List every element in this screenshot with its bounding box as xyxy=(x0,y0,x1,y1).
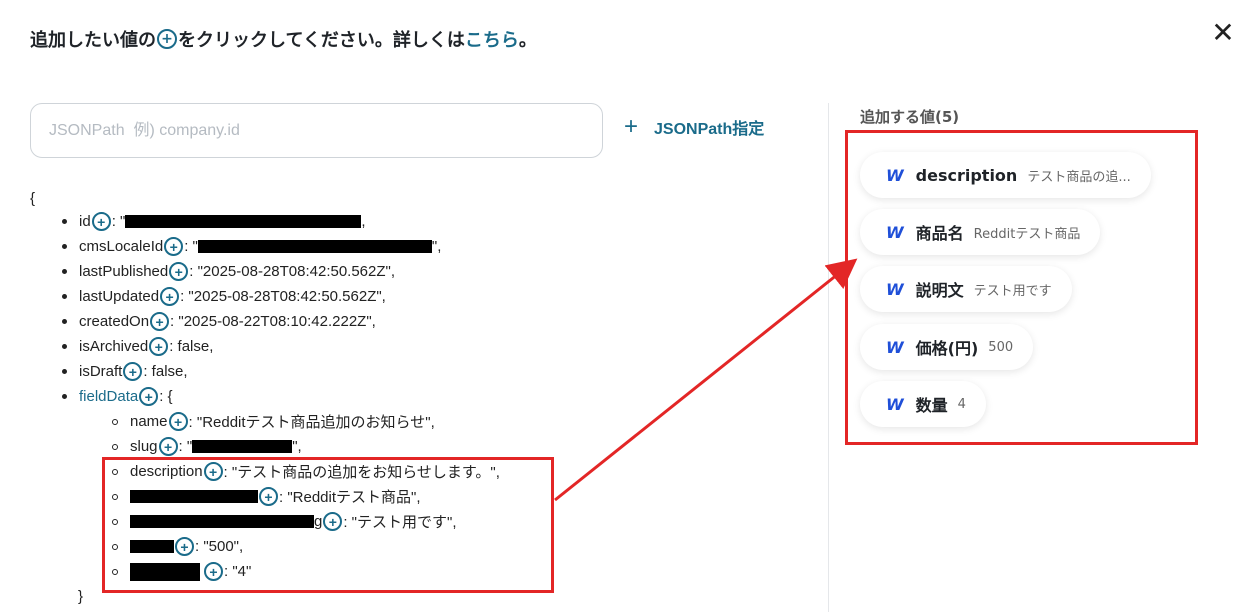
annotation-arrow xyxy=(554,258,858,502)
